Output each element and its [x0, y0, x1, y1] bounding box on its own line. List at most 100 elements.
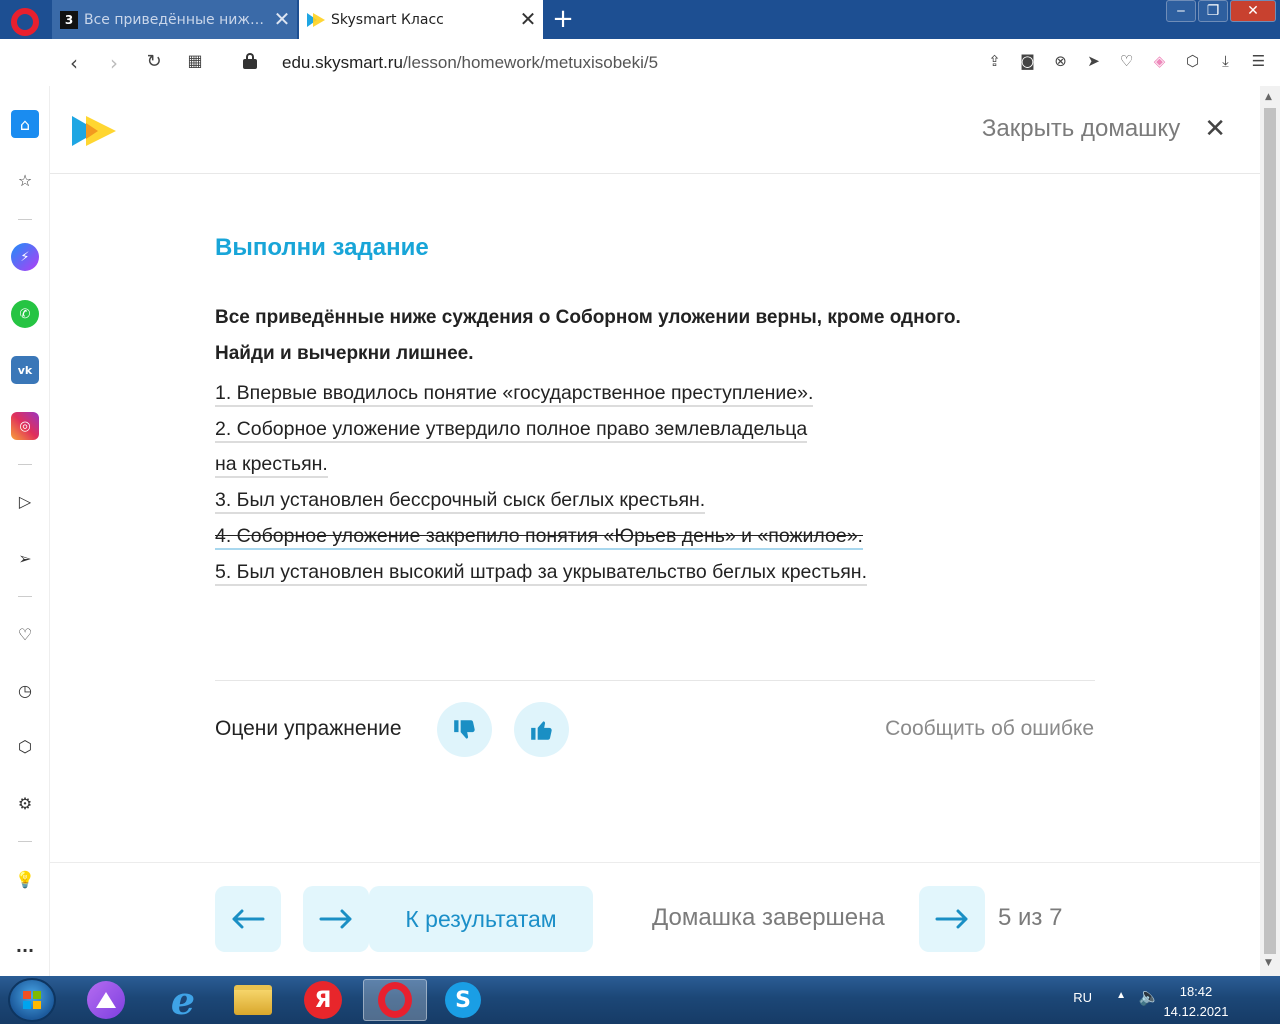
clock[interactable]: 18:42 14.12.2021 [1156, 982, 1236, 1022]
heart-icon[interactable]: ♡ [1117, 51, 1136, 71]
window-controls: ‒ ❐ ✕ [1164, 0, 1276, 22]
scrollbar-thumb[interactable] [1264, 108, 1276, 954]
question-line: Найди и вычеркни лишнее. [215, 343, 474, 364]
arrow-right-icon [319, 909, 352, 929]
question-line: Все приведённые ниже суждения о Соборном… [215, 307, 961, 328]
clock-time: 18:42 [1179, 984, 1213, 999]
settings-gear-icon[interactable]: ⚙ [11, 789, 39, 817]
sidebar-divider [18, 464, 32, 465]
alice-icon[interactable] [76, 979, 136, 1021]
close-tab-icon[interactable]: ✕ [513, 0, 543, 39]
lightbulb-icon[interactable]: 💡 [11, 865, 39, 893]
thumbs-down-icon [453, 719, 475, 739]
footer-divider [50, 862, 1260, 863]
scroll-down-icon[interactable]: ▼ [1265, 958, 1272, 968]
next-button[interactable] [303, 886, 369, 952]
instagram-icon[interactable]: ◎ [11, 412, 39, 440]
share-icon[interactable]: ⇪ [985, 51, 1004, 71]
internet-explorer-icon[interactable]: e [153, 978, 213, 1023]
more-icon[interactable]: ··· [11, 936, 39, 964]
close-homework-button[interactable]: Закрыть домашку ✕ [982, 114, 1226, 144]
maximize-icon[interactable]: ❐ [1198, 0, 1228, 22]
url-field[interactable]: edu.skysmart.ru/lesson/homework/metuxiso… [282, 53, 658, 73]
window-close-icon[interactable]: ✕ [1230, 0, 1276, 22]
tab-title: Skysmart Класс [331, 11, 444, 28]
page-header: Закрыть домашку ✕ [50, 86, 1260, 174]
adblock-icon[interactable]: ⊗ [1051, 51, 1070, 71]
toolbar-icons: ⇪ ◙ ⊗ ➤ ♡ ◈ ⬡ ⤓ ☰ [985, 51, 1268, 71]
option-5[interactable]: 5. Был установлен высокий штраф за укрыв… [215, 560, 867, 586]
page-scrollbar[interactable]: ▲ ▼ [1260, 86, 1280, 976]
address-bar: ‹ › ↻ ▦ edu.skysmart.ru/lesson/homework/… [50, 39, 1280, 86]
sidebar-divider [18, 219, 32, 220]
option-2[interactable]: 2. Соборное уложение утвердило полное пр… [215, 417, 808, 443]
player-icon[interactable]: ▷ [11, 487, 39, 515]
close-icon: ✕ [1204, 114, 1226, 144]
close-homework-label: Закрыть домашку [981, 115, 1181, 142]
option-3[interactable]: 3. Был установлен бессрочный сыск беглых… [215, 489, 706, 515]
scroll-up-icon[interactable]: ▲ [1265, 92, 1272, 102]
thumbs-up-button[interactable] [514, 702, 569, 757]
minimize-icon[interactable]: ‒ [1166, 0, 1196, 22]
option-2-continued[interactable]: на крестьян. [215, 453, 328, 479]
tab-2[interactable]: Skysmart Класс ✕ [299, 0, 543, 39]
option-1[interactable]: 1. Впервые вводилось понятие «государств… [215, 382, 814, 407]
start-button[interactable] [8, 978, 56, 1022]
options-list: 1. Впервые вводилось понятие «государств… [215, 376, 1095, 590]
opera-icon[interactable] [363, 979, 427, 1021]
whatsapp-icon[interactable]: ✆ [11, 300, 39, 328]
send-icon[interactable]: ➢ [11, 544, 39, 572]
forward-icon[interactable]: › [102, 51, 126, 75]
rate-label: Оцени упражнение [215, 717, 402, 740]
snapshot-icon[interactable]: ◙ [1018, 51, 1037, 71]
to-results-button[interactable]: К результатам [369, 886, 593, 952]
skype-icon[interactable]: S [433, 979, 493, 1021]
vk-icon[interactable]: vk [11, 356, 39, 384]
home-icon[interactable]: ⌂ [11, 110, 39, 138]
thumbs-up-icon [530, 720, 552, 740]
messenger-icon[interactable]: ⚡ [11, 243, 39, 271]
prev-button[interactable] [215, 886, 281, 952]
opera-sidebar: ⌂ ☆ ⚡ ✆ vk ◎ ▷ ➢ ♡ ◷ ⬡ ⚙ 💡 ··· [0, 86, 50, 976]
extension-icon[interactable]: ◈ [1150, 51, 1169, 71]
file-explorer-icon[interactable] [223, 979, 283, 1021]
to-results-label: К результатам [405, 905, 557, 932]
yandex-browser-icon[interactable]: Я [293, 979, 353, 1021]
language-indicator[interactable]: RU [1073, 990, 1092, 1005]
option-4-struck[interactable]: 4. Соборное уложение закрепило понятия «… [215, 524, 863, 550]
lock-icon[interactable] [243, 53, 257, 69]
sidebar-divider [18, 841, 32, 842]
cube-icon[interactable]: ⬡ [1183, 51, 1202, 71]
windows-taskbar: e Я S RU ▲ 🔈 18:42 14.12.2021 [0, 976, 1280, 1024]
opera-menu-icon[interactable] [11, 8, 39, 36]
reload-icon[interactable]: ↻ [142, 51, 166, 72]
close-tab-icon[interactable]: ✕ [267, 0, 297, 39]
browser-tab-bar: 3 Все приведённые ниже суждения ✕ Skysma… [0, 0, 1280, 39]
section-divider [215, 680, 1095, 681]
arrow-left-icon [232, 909, 265, 929]
sidebar-divider [18, 596, 32, 597]
new-tab-icon[interactable]: + [548, 4, 578, 34]
skysmart-favicon-icon [307, 11, 325, 29]
report-error-link[interactable]: Сообщить об ошибке [885, 717, 1094, 741]
homework-done-text: Домашка завершена [652, 904, 885, 931]
skysmart-page: Закрыть домашку ✕ Выполни задание Все пр… [50, 86, 1260, 976]
tabs-grid-icon[interactable]: ▦ [183, 51, 207, 70]
task-question: Все приведённые ниже суждения о Соборном… [215, 300, 1095, 372]
tab-1[interactable]: 3 Все приведённые ниже суждения ✕ [52, 0, 297, 39]
arrow-right-icon [935, 909, 968, 929]
skysmart-logo[interactable] [72, 114, 118, 152]
next-task-button[interactable] [919, 886, 985, 952]
download-icon[interactable]: ⤓ [1216, 51, 1235, 71]
tray-expand-icon[interactable]: ▲ [1116, 990, 1126, 1001]
send-icon[interactable]: ➤ [1084, 51, 1103, 71]
star-icon[interactable]: ☆ [11, 166, 39, 194]
back-icon[interactable]: ‹ [62, 51, 86, 75]
favorites-heart-icon[interactable]: ♡ [11, 620, 39, 648]
thumbs-down-button[interactable] [437, 702, 492, 757]
tab-title: Все приведённые ниже суждения [84, 11, 267, 28]
task-counter: 5 из 7 [998, 904, 1063, 931]
extensions-cube-icon[interactable]: ⬡ [11, 732, 39, 760]
easy-setup-icon[interactable]: ☰ [1249, 51, 1268, 71]
history-icon[interactable]: ◷ [11, 676, 39, 704]
